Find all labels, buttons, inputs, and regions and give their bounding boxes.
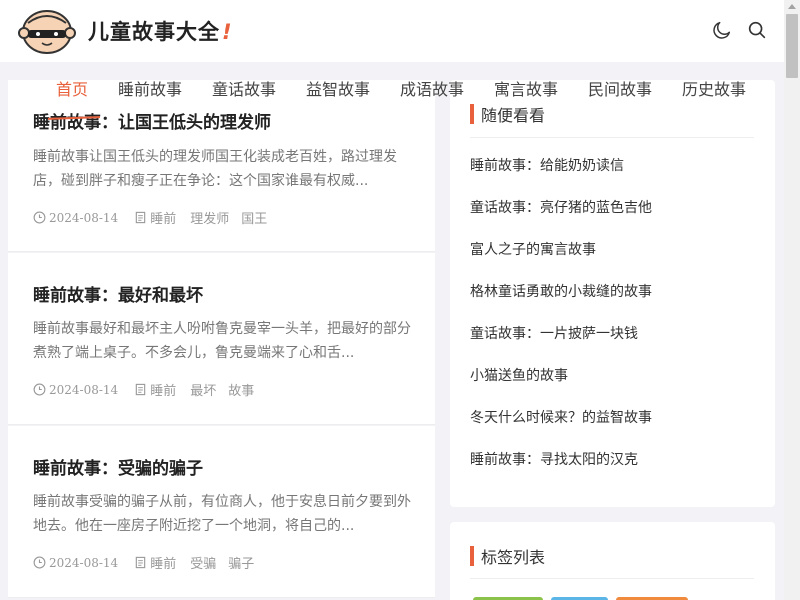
post-category[interactable]: 睡前 <box>150 208 176 227</box>
nav-item-bedtime[interactable]: 睡前故事 <box>118 80 182 100</box>
divider <box>470 137 754 138</box>
post-tag[interactable]: 国王 <box>241 208 267 227</box>
page-scrollbar[interactable] <box>784 0 800 600</box>
post-tag[interactable]: 故事 <box>228 380 254 399</box>
post-card[interactable]: 睡前故事：受骗的骗子 睡前故事受骗的骗子从前，有位商人，他于安息日前夕要到外地去… <box>8 426 435 598</box>
post-title[interactable]: 睡前故事：受骗的骗子 <box>33 454 203 479</box>
heading-accent-bar <box>470 546 474 566</box>
nav-item-home[interactable]: 首页 <box>56 80 88 100</box>
document-icon <box>135 211 146 224</box>
post-tag[interactable]: 最坏 <box>190 380 216 399</box>
post-title[interactable]: 睡前故事：最好和最坏 <box>33 281 203 306</box>
post-excerpt: 睡前故事受骗的骗子从前，有位商人，他于安息日前夕要到外地去。他在一座房子附近挖了… <box>33 494 411 534</box>
post-card[interactable]: 睡前故事：让国王低头的理发师 睡前故事让国王低头的理发师国王化装成老百姓，路过理… <box>8 80 435 252</box>
site-title[interactable]: 儿童故事大全! <box>88 16 233 46</box>
main-nav: 首页 睡前故事 童话故事 益智故事 成语故事 寓言故事 民间故事 历史故事 <box>0 80 784 102</box>
search-icon[interactable] <box>746 19 768 41</box>
random-post-link[interactable]: 童话故事：亮仔猪的蓝色吉他 <box>470 197 652 217</box>
tag-list-widget: 标签列表 <box>450 522 775 600</box>
document-icon <box>135 383 146 396</box>
nav-item-fable[interactable]: 寓言故事 <box>494 80 558 100</box>
heading-accent-bar <box>470 104 474 124</box>
post-excerpt: 睡前故事最好和最坏主人吩咐鲁克曼宰一头羊，把最好的部分煮熟了端上桌子。不多会儿，… <box>33 321 411 361</box>
nav-item-idiom[interactable]: 成语故事 <box>400 80 464 100</box>
random-post-link[interactable]: 睡前故事：给能奶奶读信 <box>470 155 624 175</box>
post-card[interactable]: 睡前故事：最好和最坏 睡前故事最好和最坏主人吩咐鲁克曼宰一头羊，把最好的部分煮熟… <box>8 253 435 425</box>
post-meta: 2024-08-14 睡前 最坏 故事 <box>33 380 266 399</box>
post-date: 2024-08-14 <box>49 555 119 570</box>
random-post-link[interactable]: 富人之子的寓言故事 <box>470 239 596 259</box>
random-posts-widget: 随便看看 睡前故事：给能奶奶读信 童话故事：亮仔猪的蓝色吉他 富人之子的寓言故事… <box>450 80 775 507</box>
widget-heading: 标签列表 <box>470 544 545 568</box>
logo-avatar-icon[interactable] <box>18 7 76 55</box>
random-post-link[interactable]: 睡前故事：寻找太阳的汉克 <box>470 449 638 469</box>
divider <box>470 578 754 579</box>
post-title[interactable]: 睡前故事：让国王低头的理发师 <box>33 108 271 133</box>
nav-item-history[interactable]: 历史故事 <box>682 80 746 100</box>
scrollbar-thumb[interactable] <box>786 14 798 78</box>
clock-icon <box>33 556 46 569</box>
clock-icon <box>33 211 46 224</box>
document-icon <box>135 556 146 569</box>
random-post-link[interactable]: 小猫送鱼的故事 <box>470 365 568 385</box>
clock-icon <box>33 383 46 396</box>
post-date: 2024-08-14 <box>49 382 119 397</box>
post-list: 睡前故事：让国王低头的理发师 睡前故事让国王低头的理发师国王化装成老百姓，路过理… <box>8 80 435 600</box>
widget-heading: 随便看看 <box>470 102 545 126</box>
random-post-link[interactable]: 冬天什么时候来？的益智故事 <box>470 407 652 427</box>
moon-icon[interactable] <box>711 19 733 41</box>
nav-item-fairy-tale[interactable]: 童话故事 <box>212 80 276 100</box>
post-category[interactable]: 睡前 <box>150 553 176 572</box>
post-tag[interactable]: 骗子 <box>228 553 254 572</box>
site-header: 儿童故事大全! <box>0 0 784 62</box>
post-tag[interactable]: 理发师 <box>190 208 229 227</box>
random-post-link[interactable]: 童话故事：一片披萨一块钱 <box>470 323 638 343</box>
scroll-up-arrow-icon[interactable] <box>788 4 796 9</box>
post-excerpt: 睡前故事让国王低头的理发师国王化装成老百姓，路过理发店，碰到胖子和瘦子正在争论：… <box>33 149 397 189</box>
post-date: 2024-08-14 <box>49 210 119 225</box>
nav-item-folk[interactable]: 民间故事 <box>588 80 652 100</box>
post-category[interactable]: 睡前 <box>150 380 176 399</box>
post-meta: 2024-08-14 睡前 受骗 骗子 <box>33 553 266 572</box>
nav-item-puzzle[interactable]: 益智故事 <box>306 80 370 100</box>
post-meta: 2024-08-14 睡前 理发师 国王 <box>33 208 279 227</box>
random-post-link[interactable]: 格林童话勇敢的小裁缝的故事 <box>470 281 652 301</box>
post-tag[interactable]: 受骗 <box>190 553 216 572</box>
